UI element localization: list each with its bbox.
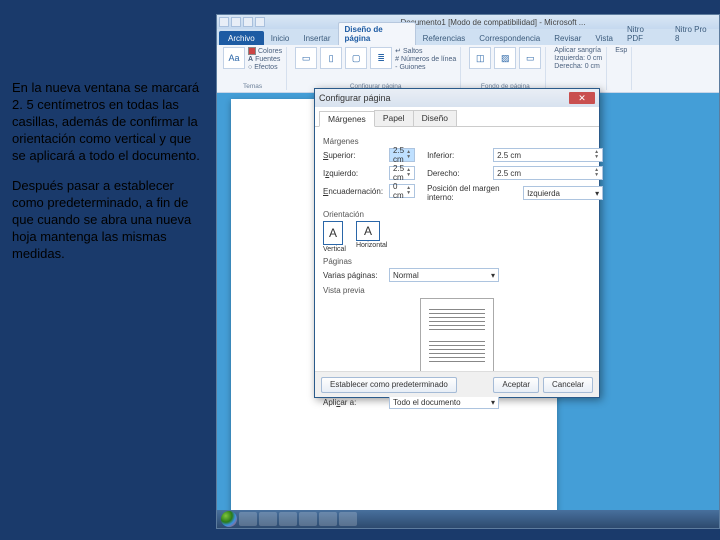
- landscape-option[interactable]: A Horizontal: [356, 221, 388, 253]
- taskbar-item[interactable]: [299, 512, 317, 526]
- margins-button[interactable]: ▭: [295, 47, 317, 69]
- dialog-tab-margins[interactable]: Márgenes: [319, 111, 375, 127]
- effects-button[interactable]: ○Efectos: [248, 64, 282, 71]
- pages-label: Páginas: [323, 257, 591, 266]
- tab-references[interactable]: Referencias: [416, 31, 473, 45]
- undo-icon[interactable]: [243, 17, 253, 27]
- redo-icon[interactable]: [255, 17, 265, 27]
- dialog-tab-paper[interactable]: Papel: [374, 110, 414, 126]
- applyto-label: Aplicar a:: [323, 398, 383, 407]
- watermark-button[interactable]: ◫: [469, 47, 491, 69]
- columns-button[interactable]: ≣: [370, 47, 392, 69]
- gutter-label: Encuadernación:: [323, 187, 383, 196]
- left-label: Izquierdo:: [323, 169, 383, 178]
- taskbar-item[interactable]: [339, 512, 357, 526]
- portrait-option[interactable]: A Vertical: [323, 221, 346, 253]
- ribbon-group-background: ◫ ▨ ▭ Fondo de página: [465, 47, 546, 90]
- orientation-button[interactable]: ▯: [320, 47, 342, 69]
- close-icon[interactable]: ✕: [569, 92, 595, 104]
- orientation-label: Orientación: [323, 210, 591, 219]
- margins-section-label: Márgenes: [323, 137, 591, 146]
- quick-access-toolbar[interactable]: [217, 17, 267, 27]
- fonts-button[interactable]: AFuentes: [248, 56, 282, 63]
- ribbon: Aa Colores AFuentes ○Efectos Temas ▭ ▯ ▢…: [217, 45, 719, 93]
- instruction-panel: En la nueva ventana se marcará 2. 5 cent…: [12, 80, 202, 277]
- multipages-dropdown[interactable]: Normal▾: [389, 268, 499, 282]
- applyto-dropdown[interactable]: Todo el documento▾: [389, 395, 499, 409]
- ribbon-group-paragraph: Aplicar sangría Izquierda: 0 cm Derecha:…: [550, 47, 607, 90]
- tab-layout[interactable]: Diseño de página: [338, 22, 416, 45]
- linenumbers-button[interactable]: #Números de línea: [395, 56, 456, 63]
- tab-mail[interactable]: Correspondencia: [472, 31, 547, 45]
- gutter-pos-label: Posición del margen interno:: [427, 184, 517, 202]
- start-button[interactable]: [221, 511, 237, 527]
- top-input[interactable]: 2.5 cm▲▼: [389, 148, 415, 162]
- set-default-button[interactable]: Establecer como predeterminado: [321, 377, 457, 393]
- ribbon-group-spacing: Esp: [611, 47, 632, 90]
- colors-button[interactable]: Colores: [248, 47, 282, 55]
- bottom-input[interactable]: 2.5 cm▲▼: [493, 148, 603, 162]
- dialog-title-text: Configurar página: [319, 93, 391, 103]
- dialog-footer: Establecer como predeterminado Aceptar C…: [315, 371, 599, 397]
- preview-label: Vista previa: [323, 286, 591, 295]
- multipages-label: Varias páginas:: [323, 271, 383, 280]
- ok-button[interactable]: Aceptar: [493, 377, 539, 393]
- taskbar-item[interactable]: [239, 512, 257, 526]
- cancel-button[interactable]: Cancelar: [543, 377, 593, 393]
- ribbon-tabs: Archivo Inicio Insertar Diseño de página…: [217, 29, 719, 45]
- gutter-pos-dropdown[interactable]: Izquierda▾: [523, 186, 603, 200]
- dialog-tabs: Márgenes Papel Diseño: [315, 107, 599, 127]
- ribbon-group-themes: Aa Colores AFuentes ○Efectos Temas: [219, 47, 287, 90]
- dialog-titlebar: Configurar página ✕: [315, 89, 599, 107]
- tab-insert[interactable]: Insertar: [296, 31, 337, 45]
- tab-nitro[interactable]: Nitro PDF: [620, 22, 668, 45]
- word-icon: [219, 17, 229, 27]
- pagecolor-button[interactable]: ▨: [494, 47, 516, 69]
- tab-view[interactable]: Vista: [588, 31, 620, 45]
- themes-button[interactable]: Aa: [223, 47, 245, 69]
- borders-button[interactable]: ▭: [519, 47, 541, 69]
- dialog-body: Márgenes Superior: 2.5 cm▲▼ Izquierdo: 2…: [315, 127, 599, 371]
- gutter-input[interactable]: 0 cm▲▼: [389, 184, 415, 198]
- instruction-p1: En la nueva ventana se marcará 2. 5 cent…: [12, 80, 202, 164]
- indent-label: Aplicar sangría: [554, 47, 602, 54]
- windows-taskbar: [217, 510, 719, 528]
- top-label: Superior:: [323, 151, 383, 160]
- ribbon-group-pagesetup: ▭ ▯ ▢ ≣ ↵Saltos #Números de línea -Guion…: [291, 47, 461, 90]
- taskbar-item[interactable]: [319, 512, 337, 526]
- tab-home[interactable]: Inicio: [264, 31, 297, 45]
- instruction-p2: Después pasar a establecer como predeter…: [12, 178, 202, 262]
- left-input[interactable]: 2.5 cm▲▼: [389, 166, 415, 180]
- tab-nitro2[interactable]: Nitro Pro 8: [668, 22, 719, 45]
- right-input[interactable]: 2.5 cm▲▼: [493, 166, 603, 180]
- bottom-label: Inferior:: [427, 151, 487, 160]
- tab-review[interactable]: Revisar: [547, 31, 588, 45]
- right-label: Derecho:: [427, 169, 487, 178]
- hyphen-button[interactable]: -Guiones: [395, 64, 456, 71]
- taskbar-item[interactable]: [259, 512, 277, 526]
- size-button[interactable]: ▢: [345, 47, 367, 69]
- tab-file[interactable]: Archivo: [219, 31, 264, 45]
- page-setup-dialog: Configurar página ✕ Márgenes Papel Diseñ…: [314, 88, 600, 398]
- window-title: Documento1 [Modo de compatibilidad] - Mi…: [401, 18, 586, 27]
- save-icon[interactable]: [231, 17, 241, 27]
- breaks-button[interactable]: ↵Saltos: [395, 47, 456, 55]
- taskbar-item[interactable]: [279, 512, 297, 526]
- dialog-tab-design[interactable]: Diseño: [413, 110, 457, 126]
